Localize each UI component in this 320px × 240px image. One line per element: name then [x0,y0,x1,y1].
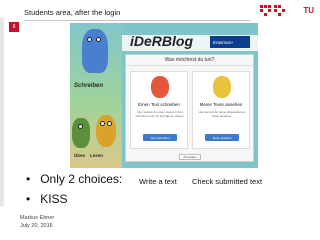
tu-logo: TU [256,2,314,20]
write-text-button[interactable]: Text schreiben [143,134,177,141]
panel-heading: Was möchtest du tun? [126,55,253,66]
slide-title: Students area, after the login [24,8,121,17]
write-card-text: Hier kannst du einen eigenen Text schrei… [135,110,185,118]
bullet-text: KISS [40,192,68,206]
left-accent-bar [0,18,4,206]
choice-panel: Was möchtest du tun? Einen Text schreibe… [125,54,254,162]
footer-author: Markus Ebner [20,215,55,221]
write-card-title: Einen Text schreiben [138,102,180,107]
yellow-monster-illustration [96,115,116,147]
tu-logo-grid-icon [260,5,290,16]
bullet-text: Only 2 choices: [40,172,123,186]
slide-number: 8 [9,22,19,32]
label-check-submitted: Check submitted text [192,177,263,186]
write-text-card: Einen Text schreiben Hier kannst du eine… [130,71,188,149]
tu-logo-text: TU [303,6,314,15]
footer-date: July 20, 2016 [20,223,53,229]
title-divider [24,20,250,21]
art-title-schreiben: Schreiben [74,83,104,89]
bullet-glyph: • [26,172,31,186]
yellow-monster-icon [213,76,231,98]
blue-monster-illustration [82,29,108,73]
bullet-glyph: • [26,192,31,206]
bullet-item: • KISS [26,192,68,206]
app-screenshot: Schreiben Üben Lesen iDeRBlog Erasmus+ W… [70,23,258,168]
monster-artwork: Schreiben Üben Lesen [70,23,122,168]
check-card-text: Hier kannst du deine abgegebenen Texte a… [198,110,246,118]
art-caption-ueben: Üben [74,153,86,158]
check-card-title: Meine Texte ansehen [199,102,243,107]
logout-button[interactable]: Abmelden [179,154,201,160]
slide-footer: Markus Ebner July 20, 2016 [20,214,54,230]
red-monster-icon [151,76,169,98]
erasmus-logo: Erasmus+ [210,36,250,48]
check-texts-button[interactable]: Texte ansehen [205,134,239,141]
blog-title: iDeRBlog [130,33,193,49]
check-texts-card: Meine Texte ansehen Hier kannst du deine… [192,71,250,149]
label-write-text: Write a text [139,177,177,186]
bullet-item: • Only 2 choices: [26,172,122,186]
art-caption-lesen: Lesen [90,153,104,158]
green-monster-illustration [72,118,90,148]
